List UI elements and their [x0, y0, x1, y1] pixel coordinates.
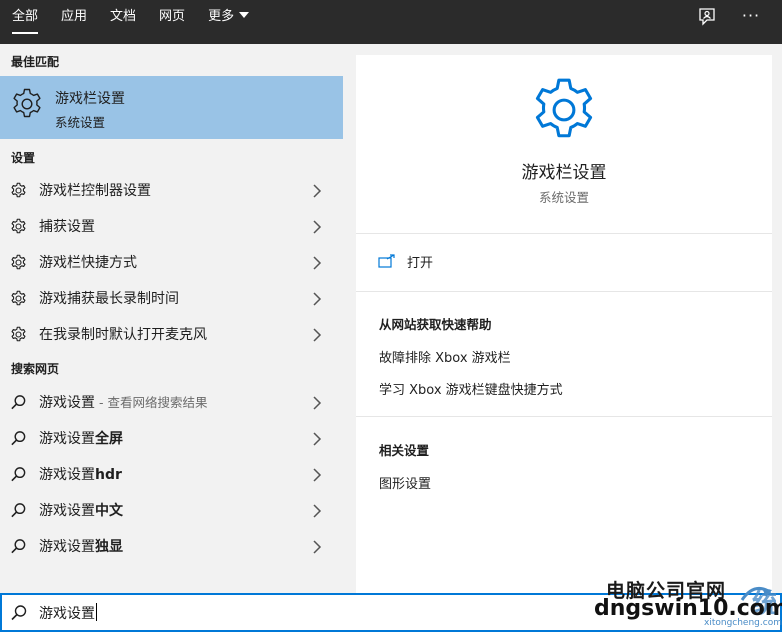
preview-subtitle: 系统设置 — [538, 190, 589, 205]
settings-result-text: 游戏栏控制器设置 — [39, 183, 151, 199]
chevron-right-icon[interactable] — [312, 255, 322, 270]
gear-icon — [10, 254, 27, 271]
chevron-right-icon[interactable] — [312, 431, 322, 446]
chevron-right-icon[interactable] — [312, 219, 322, 234]
tab-apps[interactable]: 应用 — [49, 0, 98, 44]
preview-pane: 游戏栏设置 系统设置 打开 从网站获取快速帮助 故障排除 Xbox 游戏栏 学习… — [356, 55, 772, 593]
settings-heading: 设置 — [11, 151, 36, 165]
search-icon — [10, 502, 27, 519]
tab-web[interactable]: 网页 — [147, 0, 196, 44]
settings-result-label: 在我录制时默认打开麦克风 — [39, 324, 207, 344]
web-result-suggestion-suffix: 中文 — [95, 503, 123, 519]
best-match-heading: 最佳匹配 — [11, 55, 60, 69]
web-result-suggestion-suffix: 独显 — [95, 539, 123, 555]
chevron-right-icon[interactable] — [312, 183, 322, 198]
web-result-label: 游戏设置全屏 — [39, 428, 123, 448]
divider — [356, 416, 772, 417]
tab-all-label: 全部 — [12, 9, 39, 24]
settings-result-5[interactable]: 在我录制时默认打开麦克风 — [0, 316, 343, 352]
settings-result-label: 游戏栏快捷方式 — [39, 252, 137, 272]
web-result-text: 游戏设置 — [39, 467, 95, 483]
search-query: 游戏设置 — [39, 606, 95, 622]
gear-icon — [10, 182, 27, 199]
watermark: 统成 电脑公司官网 dngswin10.com xitongcheng.com — [592, 576, 782, 632]
chevron-right-icon[interactable] — [312, 291, 322, 306]
watermark-line3: xitongcheng.com — [704, 618, 782, 628]
web-result-text: 游戏设置 — [39, 503, 95, 519]
chevron-right-icon[interactable] — [312, 539, 322, 554]
web-search-heading: 搜索网页 — [11, 362, 60, 376]
gear-icon — [13, 88, 41, 118]
search-icon — [11, 605, 27, 621]
tab-documents[interactable]: 文档 — [98, 0, 147, 44]
web-result-3[interactable]: 游戏设置hdr — [0, 456, 343, 492]
settings-result-text: 游戏捕获最长录制时间 — [39, 291, 179, 307]
tab-more[interactable]: 更多 — [196, 0, 260, 44]
feedback-icon — [699, 8, 715, 26]
tab-all[interactable]: 全部 — [0, 0, 49, 44]
related-link-graphics[interactable]: 图形设置 — [379, 473, 431, 492]
settings-result-text: 捕获设置 — [39, 219, 95, 235]
gear-icon — [10, 326, 27, 343]
web-result-1[interactable]: 游戏设置 - 查看网络搜索结果 — [0, 384, 343, 420]
tab-more-label: 更多 — [208, 9, 235, 24]
settings-result-text: 游戏栏快捷方式 — [39, 255, 137, 271]
results-list: 最佳匹配 游戏栏设置 系统设置 设置 游戏栏控制器设置 捕获设置 游戏栏快捷方式 游戏… — [0, 44, 344, 593]
filter-tabs: 全部 应用 文档 网页 更多 — [0, 0, 260, 44]
web-help-heading: 从网站获取快速帮助 — [379, 317, 492, 332]
tab-documents-label: 文档 — [110, 9, 137, 24]
settings-result-label: 游戏捕获最长录制时间 — [39, 288, 179, 308]
chevron-right-icon[interactable] — [312, 395, 322, 410]
settings-result-3[interactable]: 游戏栏快捷方式 — [0, 244, 343, 280]
web-result-label: 游戏设置中文 — [39, 500, 123, 520]
search-input[interactable]: 游戏设置 — [39, 603, 97, 623]
search-icon — [10, 394, 27, 411]
web-result-5[interactable]: 游戏设置独显 — [0, 528, 343, 564]
web-result-2[interactable]: 游戏设置全屏 — [0, 420, 343, 456]
search-icon — [10, 430, 27, 447]
best-match-item[interactable]: 游戏栏设置 系统设置 — [0, 76, 343, 139]
settings-result-text: 在我录制时默认打开麦克风 — [39, 327, 207, 343]
web-result-text: 游戏设置 — [39, 395, 95, 411]
help-link-shortcuts[interactable]: 学习 Xbox 游戏栏键盘快捷方式 — [379, 379, 563, 398]
chevron-down-icon — [239, 12, 250, 18]
search-icon — [10, 538, 27, 555]
text-cursor — [96, 603, 97, 621]
web-result-suggestion-suffix: 全屏 — [95, 431, 123, 447]
gear-icon — [10, 218, 27, 235]
settings-result-2[interactable]: 捕获设置 — [0, 208, 343, 244]
feedback-button[interactable] — [696, 6, 722, 30]
settings-result-1[interactable]: 游戏栏控制器设置 — [0, 172, 343, 208]
web-result-text: 游戏设置 — [39, 539, 95, 555]
web-result-text: 游戏设置 — [39, 431, 95, 447]
gear-icon — [10, 290, 27, 307]
open-label: 打开 — [407, 256, 434, 271]
settings-result-label: 捕获设置 — [39, 216, 95, 236]
open-icon — [378, 254, 395, 268]
divider — [356, 291, 772, 292]
more-options-button[interactable]: ··· — [738, 2, 764, 30]
settings-result-4[interactable]: 游戏捕获最长录制时间 — [0, 280, 343, 316]
preview-title: 游戏栏设置 — [521, 163, 607, 183]
web-result-label: 游戏设置独显 — [39, 536, 123, 556]
web-result-label: 游戏设置hdr — [39, 464, 122, 484]
web-result-hint: - 查看网络搜索结果 — [95, 395, 208, 410]
gear-icon — [535, 78, 593, 138]
divider — [356, 233, 772, 234]
search-icon — [10, 466, 27, 483]
chevron-right-icon[interactable] — [312, 327, 322, 342]
search-filter-bar: 全部 应用 文档 网页 更多 ··· — [0, 0, 782, 44]
help-link-troubleshoot[interactable]: 故障排除 Xbox 游戏栏 — [379, 347, 511, 366]
web-result-label: 游戏设置 - 查看网络搜索结果 — [39, 392, 207, 412]
web-result-suggestion-suffix: hdr — [95, 467, 122, 483]
web-result-4[interactable]: 游戏设置中文 — [0, 492, 343, 528]
chevron-right-icon[interactable] — [312, 503, 322, 518]
related-settings-heading: 相关设置 — [379, 443, 430, 458]
settings-result-label: 游戏栏控制器设置 — [39, 180, 151, 200]
best-match-title: 游戏栏设置 — [55, 91, 125, 107]
tab-apps-label: 应用 — [61, 9, 88, 24]
chevron-right-icon[interactable] — [312, 467, 322, 482]
tab-web-label: 网页 — [159, 9, 186, 24]
best-match-subtitle: 系统设置 — [55, 115, 106, 130]
